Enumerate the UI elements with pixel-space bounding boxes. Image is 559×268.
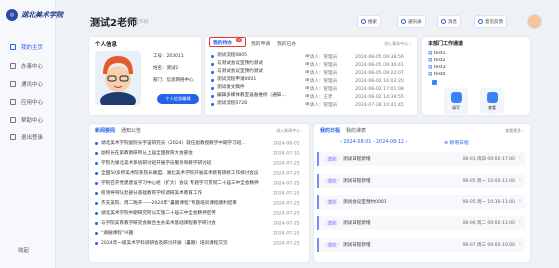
news-row[interactable]: 校领导带队赴部分基础教育学校调研美术教育工作 2024-07-25 <box>95 190 305 197</box>
profile-field-id: 工号：203011 <box>153 54 184 59</box>
news-row[interactable]: 湖北美术学院中期研究所以实施二十届三中全会精神宣传 2024-07-25 <box>95 210 305 217</box>
feedback-icon <box>478 19 483 24</box>
tab-news[interactable]: 新闻要闻 <box>95 127 115 134</box>
edit-profile-button[interactable]: 个人信息编辑 <box>157 94 199 104</box>
tab-my-timetable[interactable]: 我的课表 <box>346 127 366 134</box>
task-row[interactable]: 与测试会议室预约测试 申请人：管理员 2024-08-05 09:22:07 <box>211 68 416 76</box>
schedule-event[interactable]: 会议 测试日程新增 08-01 周四 09:00-17:00 › <box>317 152 525 166</box>
tab-my-applications[interactable]: 我的申请 <box>251 40 270 47</box>
fill-tile[interactable]: 填写 <box>444 88 468 114</box>
news-row[interactable]: 2024年一级美术学科调研会及研讨开展（暑期）培训课程交流 2024-07-25 <box>95 240 305 247</box>
cartoon-avatar <box>95 51 141 105</box>
chevron-right-icon: › <box>519 219 521 225</box>
tab-my-done[interactable]: 我的已办 <box>277 40 296 47</box>
view-tile[interactable]: 查看 <box>480 88 504 114</box>
chevron-right-icon: › <box>519 198 521 204</box>
task-row[interactable]: 测试发文稿件 申请人：管理员 2024-08-02 17:01:08 <box>211 84 416 92</box>
news-row[interactable]: 杰夫美院、周二晚开——2024年“暑期课程”专题培训课程顺利结束 2024-07-… <box>95 200 305 207</box>
news-card: 新闻要闻 通知公告 进入新闻中心 › 湖北美术学院副院长宇宙研究员（2024）就… <box>88 123 310 263</box>
feedback-button[interactable]: 意见反馈 <box>474 15 507 28</box>
file-icon: ▤ <box>428 58 433 63</box>
grid-icon <box>10 98 16 105</box>
schedule-event[interactable]: 会议 测试日程新增 08-07 周三 09:00-10:00 › <box>317 238 525 252</box>
chevron-right-icon: › <box>519 177 521 183</box>
workbench-item[interactable]: ▤ test1 <box>428 51 446 56</box>
schedule-more-link[interactable]: 查看更多 › <box>505 128 524 134</box>
tab-my-todo[interactable]: 我的待办 <box>213 39 232 46</box>
profile-card: 个人信息 工号：203011 姓名：测试2 部门：信息网络中心 个人信息编辑 <box>88 36 202 116</box>
sidebar-item-comms[interactable]: 通讯中心 <box>6 78 54 89</box>
messages-button[interactable]: 消息 <box>437 15 461 28</box>
tasks-card: 我的待办 10 我的申请 我的已办 进入事务中心 › 测试流程0805 申请人：管… <box>204 36 418 116</box>
logo-seal-icon: ◎ <box>6 9 18 21</box>
news-row[interactable]: 与学院美育教学研究会联合主办美术基础课程教学研讨会 2024-07-25 <box>95 220 305 227</box>
news-row[interactable]: 湖北美术学院副院长宇宙研究员（2024）就任副教授教学中期学习班… 2024-08… <box>95 140 305 147</box>
sidebar-item-service[interactable]: 办事中心 <box>6 60 54 71</box>
task-row[interactable]: 编辑多媒体教室设备维修（通知… 申请人：王老 2024-08-02 14:39:55 <box>211 92 416 100</box>
home-icon <box>10 43 16 50</box>
search-icon <box>361 19 366 24</box>
news-row[interactable]: 全国50多所美术院系院长联盟、湖北美术学院开展美术教育研修工作探讨会议 2024-… <box>95 170 305 177</box>
workbench-card: 本部门工作通道 ▤ test1 ▤ test2 ▤ test3 ▤ test4 … <box>421 36 531 116</box>
bell-icon <box>441 19 446 24</box>
workbench-item[interactable]: ▤ test4 <box>428 72 446 77</box>
logout-icon <box>10 133 16 140</box>
schedule-event[interactable]: 会议 测试日程新增 08-05 周一 10:00-11:00 › <box>317 174 525 188</box>
file-icon: ▤ <box>428 72 433 77</box>
profile-title: 个人信息 <box>95 42 118 48</box>
greeting-period: 上午好 <box>135 20 149 25</box>
meeting-tag: 会议 <box>325 199 339 205</box>
logo[interactable]: ◎ 湖北美术学院 <box>6 9 63 21</box>
tab-my-schedule[interactable]: 我的日程 <box>320 127 340 134</box>
chevron-right-icon: › <box>519 155 521 161</box>
task-row[interactable]: 测试流程申请0001 申请人：管理员 2024-08-02 16:02:20 <box>211 76 416 84</box>
sidebar-item-logout[interactable]: 退出登录 <box>6 131 54 142</box>
briefcase-icon <box>10 62 16 69</box>
schedule-event[interactable]: 会议 测试会议室预约0001 08-05 周一 10:30-11:00 › <box>317 195 525 209</box>
collapse-button[interactable]: 收起 <box>18 246 29 254</box>
date-range-picker[interactable]: ‹ 2024-08-01 - 2024-08-12 › <box>340 140 407 145</box>
sidebar-item-apps[interactable]: 应用中心 <box>6 96 54 107</box>
message-icon <box>10 80 16 87</box>
workbench-title: 本部门工作通道 <box>428 41 464 47</box>
sidebar-item-home[interactable]: 我的主页 <box>6 41 54 52</box>
meeting-tag: 会议 <box>325 220 339 226</box>
tab-notices[interactable]: 通知公告 <box>121 127 141 134</box>
file-icon: ▤ <box>428 51 433 56</box>
tasks-more-link[interactable]: 进入事务中心 › <box>384 41 411 47</box>
task-row[interactable]: 与测试会议室预约测试 申请人：管理员 2024-08-05 09:30:41 <box>211 60 416 68</box>
workbench-item[interactable]: ▤ test3 <box>428 65 446 70</box>
sidebar: ◎ 湖北美术学院 我的主页 办事中心 通讯中心 应用中心 帮助中心 退出登录 收… <box>0 0 63 268</box>
profile-field-name: 姓名：测试2 <box>153 66 179 71</box>
profile-field-dept: 部门：信息网络中心 <box>153 78 194 83</box>
task-row[interactable]: 测试流程0728 申请人：管理员 2024-07-28 10:41:45 <box>211 100 416 108</box>
file-icon: ▤ <box>428 65 433 70</box>
meeting-tag: 会议 <box>325 156 339 162</box>
chevron-right-icon: › <box>519 241 521 247</box>
add-schedule-button[interactable]: ⊕ 新增日程 <box>444 139 469 146</box>
edit-icon <box>450 91 462 103</box>
news-row[interactable]: 学院召开党建建设学习中心组（扩大）会议 专题学习贯彻二十届三中全会精神 2024-… <box>95 180 305 187</box>
workbench-item[interactable]: ▤ test2 <box>428 58 446 63</box>
meeting-tag: 会议 <box>325 178 339 184</box>
user-avatar[interactable] <box>527 14 542 29</box>
task-row[interactable]: 测试流程0805 申请人：管理员 2024-08-05 09:38:56 <box>211 52 416 60</box>
help-icon <box>10 116 16 123</box>
news-row[interactable]: “湖融课程”兴趣 2024-07-25 <box>95 230 305 237</box>
search-button[interactable]: 搜索 <box>357 15 381 28</box>
folder-icon[interactable] <box>432 80 437 85</box>
greeting-title: 测试2老师 <box>90 18 137 29</box>
contacts-icon <box>401 19 406 24</box>
schedule-event[interactable]: 会议 测试日程新增 08-06 周二 09:00-11:00 › <box>317 216 525 230</box>
chevron-right-icon[interactable]: › <box>404 140 408 145</box>
news-row[interactable]: 副校长在第教教研所从上届全国教育大会部会 2024-07-31 <box>95 150 305 157</box>
contacts-button[interactable]: 通讯录 <box>397 15 426 28</box>
logo-text: 湖北美术学院 <box>21 10 63 19</box>
sidebar-item-help[interactable]: 帮助中心 <box>6 114 54 125</box>
view-icon <box>486 91 498 103</box>
news-more-link[interactable]: 进入新闻中心 › <box>276 128 303 134</box>
news-row[interactable]: 学院为湖北美术系统研讨班开展学员服务和教学研讨班 2024-07-25 <box>95 160 305 167</box>
meeting-tag: 会议 <box>325 242 339 248</box>
